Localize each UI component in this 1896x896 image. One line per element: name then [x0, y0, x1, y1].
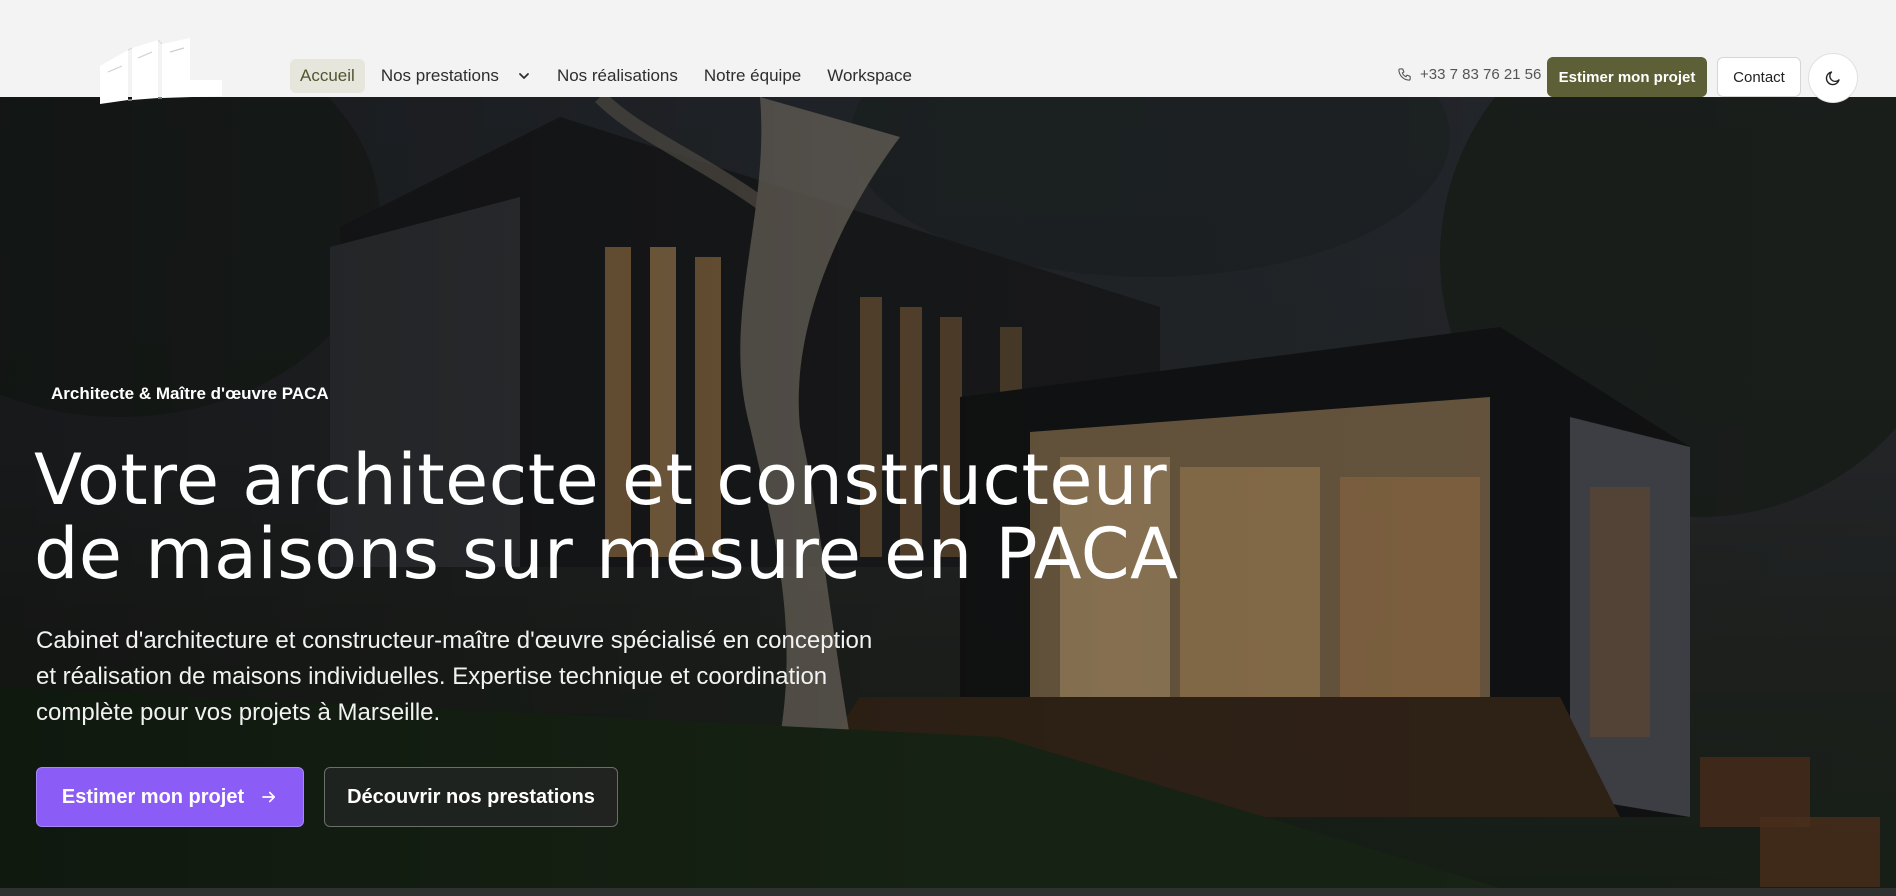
nav-item-label: Accueil	[300, 66, 355, 85]
nav-item-workspace[interactable]: Workspace	[817, 59, 922, 93]
phone-icon	[1398, 68, 1411, 81]
arrow-right-icon	[262, 791, 276, 803]
hero-title-line: de maisons sur mesure en PACA	[34, 513, 1179, 595]
site-header: Accueil Nos prestations Nos réalisations…	[0, 0, 1896, 103]
hero-title-line: Votre architecte et constructeur	[34, 439, 1168, 521]
nav-item-label: Workspace	[827, 66, 912, 85]
theme-toggle-button[interactable]	[1808, 53, 1858, 103]
hero-section: Architecte & Maître d'œuvre PACA Votre a…	[0, 97, 1896, 888]
house-outline-logo[interactable]	[98, 38, 222, 106]
nav-item-label: Notre équipe	[703, 66, 802, 85]
nav-item-accueil[interactable]: Accueil	[290, 59, 365, 93]
nav-item-label: Nos réalisations	[556, 66, 678, 85]
contact-button[interactable]: Contact	[1717, 57, 1801, 97]
nav-item-label: Nos prestations	[380, 66, 499, 85]
discover-services-button[interactable]: Découvrir nos prestations	[324, 767, 618, 827]
phone-number: +33 7 83 76 21 56	[1420, 66, 1542, 83]
nav-item-prestations[interactable]: Nos prestations	[371, 59, 541, 93]
phone-contact[interactable]: +33 7 83 76 21 56	[1397, 66, 1541, 83]
nav-item-equipe[interactable]: Notre équipe	[694, 59, 811, 93]
hero-subtitle: Cabinet d'architecture et constructeur-m…	[36, 627, 873, 726]
chevron-down-icon	[519, 73, 529, 79]
hero-eyebrow: Architecte & Maître d'œuvre PACA	[51, 384, 329, 403]
main-nav: Accueil Nos prestations Nos réalisations…	[290, 59, 922, 93]
moon-icon	[1825, 71, 1840, 86]
estimate-project-cta[interactable]: Estimer mon projet	[36, 767, 304, 827]
cta-label: Estimer mon projet	[61, 785, 245, 808]
hero-title: Votre architecte et constructeur de mais…	[34, 443, 1234, 591]
estimate-project-button[interactable]: Estimer mon projet	[1547, 57, 1707, 97]
nav-item-realisations[interactable]: Nos réalisations	[547, 59, 688, 93]
next-section-edge	[0, 888, 1896, 896]
